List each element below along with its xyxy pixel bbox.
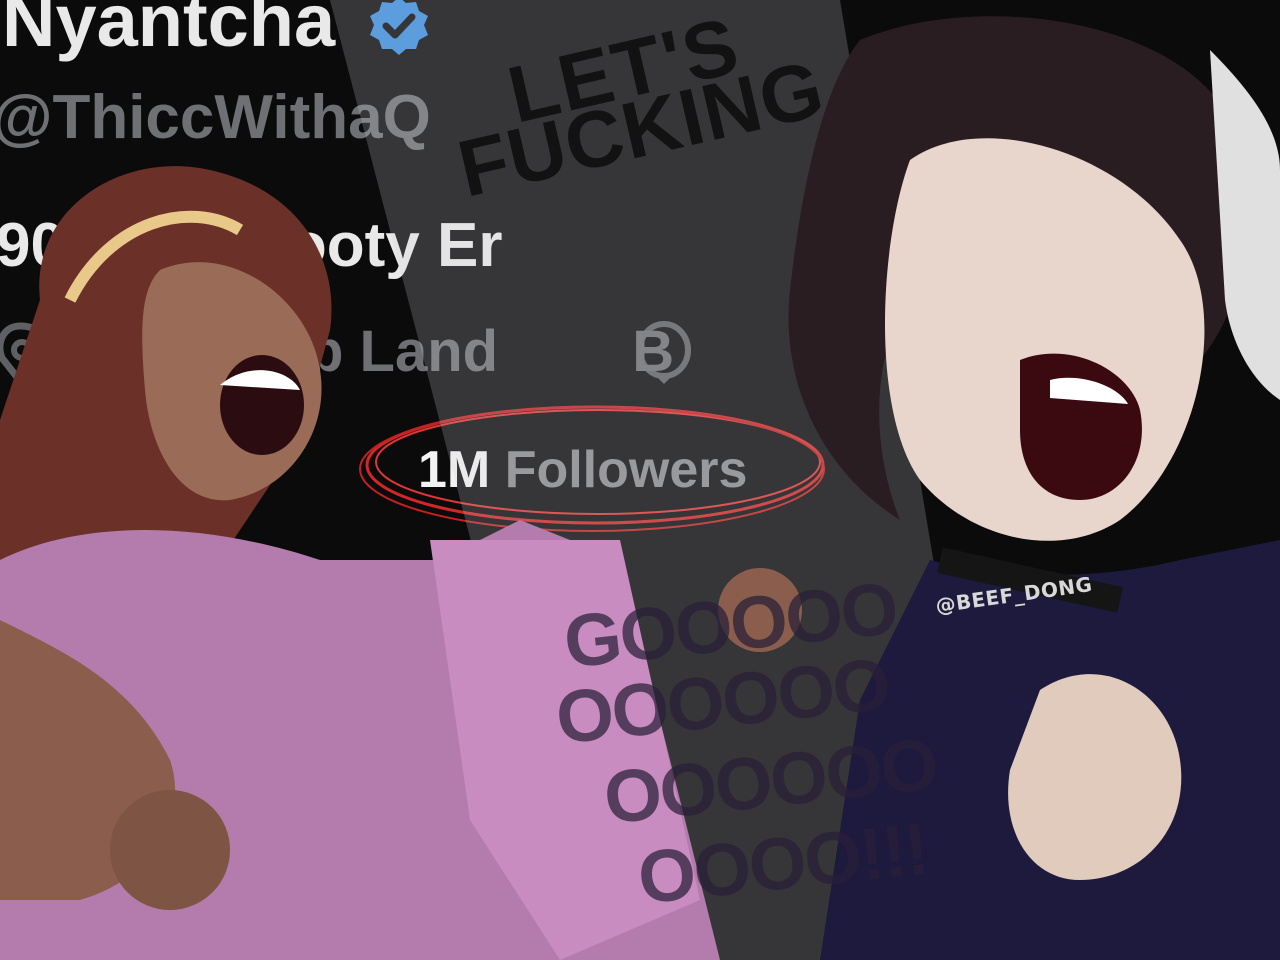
profile-bio: 90 mble Booty Er [0, 211, 503, 280]
right-character-fist [1008, 674, 1182, 880]
left-character-fist [110, 790, 230, 910]
followers-label: Followers [504, 441, 748, 499]
map-pin-icon [0, 322, 52, 392]
followers-count: 1M [418, 441, 491, 499]
right-character-mouth [1020, 353, 1142, 500]
verified-badge-icon [369, 0, 428, 56]
display-name-text: Nyantcha [2, 0, 336, 62]
location-text: rup Land [250, 319, 499, 384]
followers-stat: 1M Followers [418, 440, 747, 500]
profile-handle: @ThiccWithaQ [0, 83, 431, 152]
artist-watermark: @BEEF_DONG [934, 572, 1094, 618]
right-character-hair [788, 16, 1247, 521]
right-character-face [885, 138, 1205, 541]
birthday-fragment: B [632, 319, 675, 384]
left-character-arm [0, 620, 176, 900]
profile-display-name: Nyantcha [2, 0, 432, 63]
artwork: Nyantcha @ThiccWithaQ 90 mble Booty Er r… [0, 0, 1280, 960]
profile-location: rup Land B [250, 318, 674, 385]
